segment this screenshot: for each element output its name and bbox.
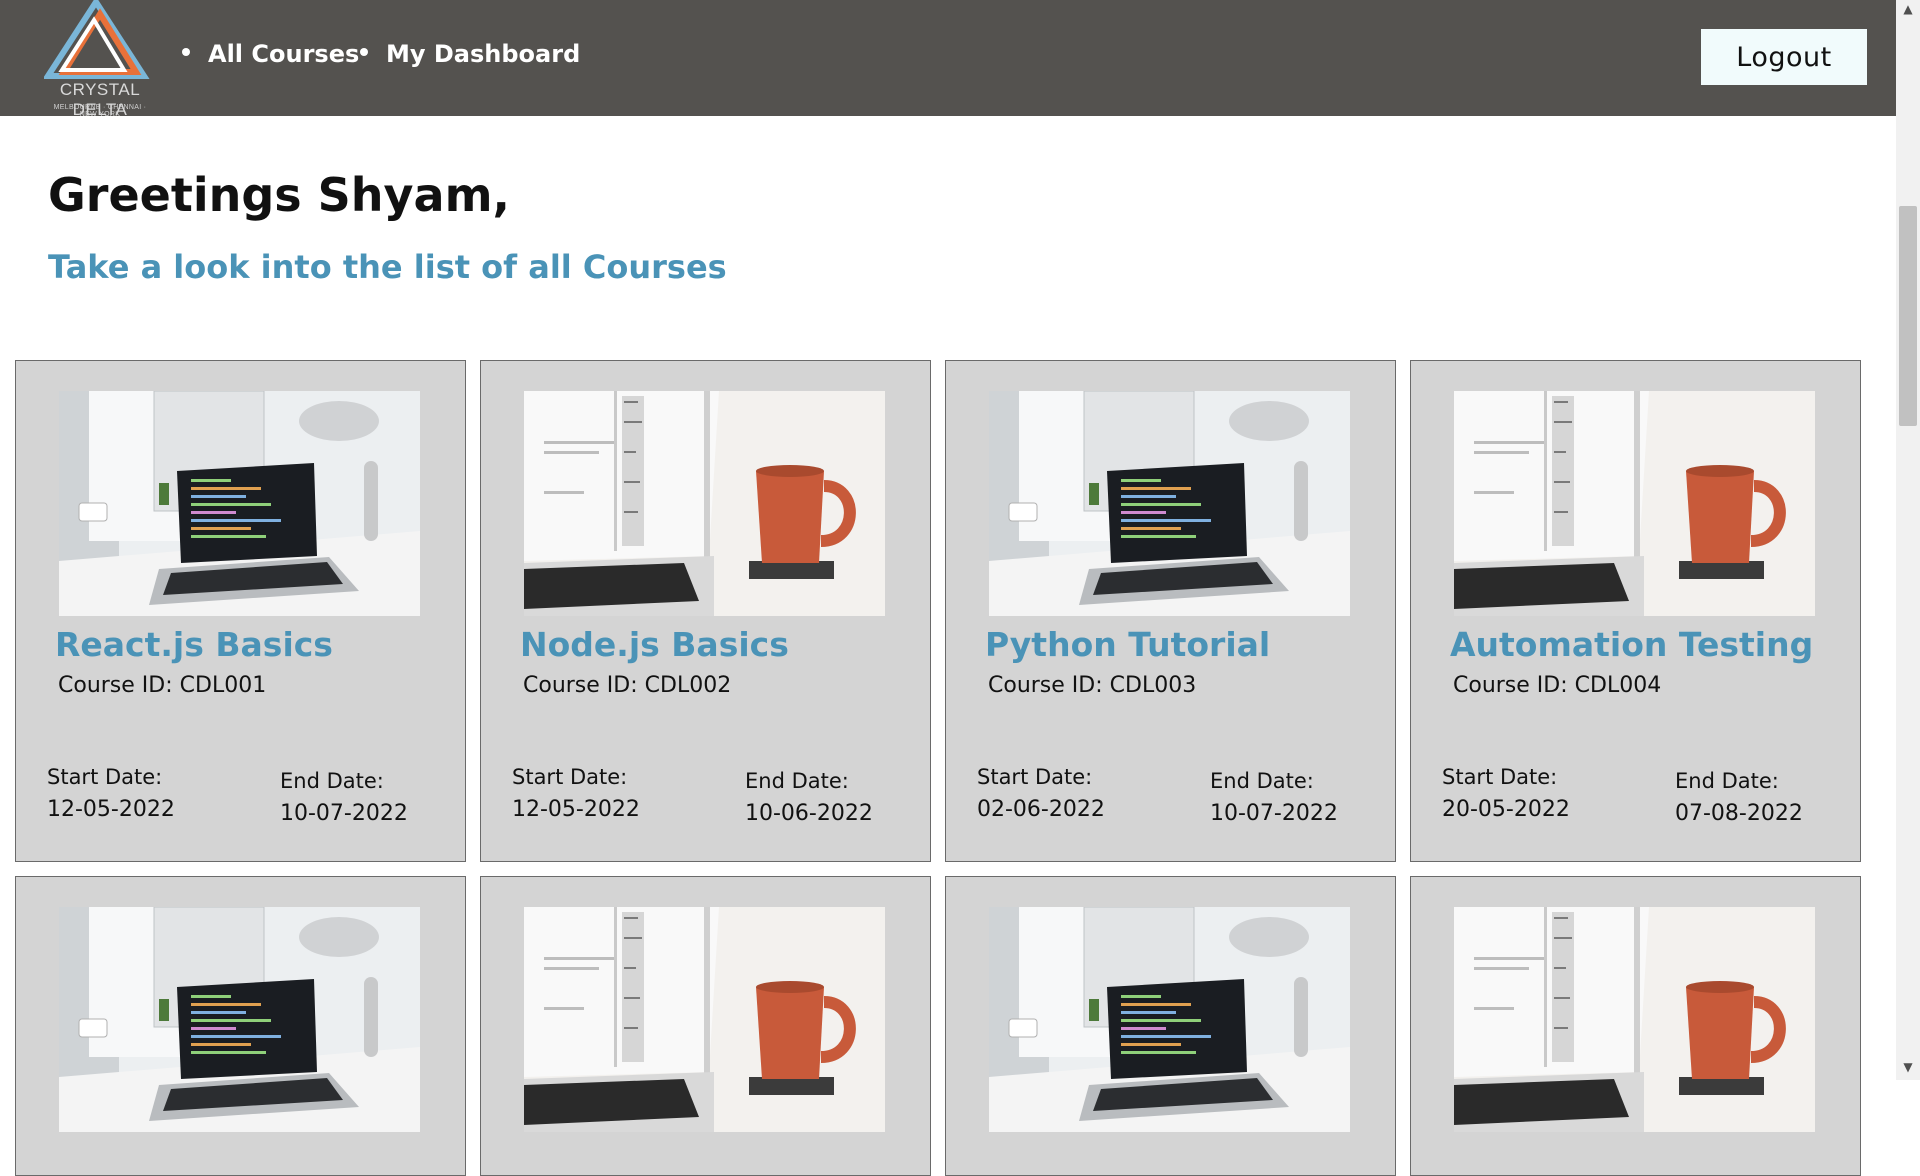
scroll-down-arrow-icon[interactable]: ▼	[1896, 1060, 1920, 1078]
start-date-label: Start Date:	[47, 765, 163, 789]
course-thumbnail-image	[524, 391, 885, 616]
logout-button[interactable]: Logout	[1701, 29, 1867, 85]
course-id: Course ID: CDL004	[1453, 673, 1662, 698]
nav-my-dashboard[interactable]: My Dashboard	[360, 40, 580, 68]
logo-tagline: MELBOURNE · CHENNAI · NEW YORK	[53, 104, 147, 118]
bullet-icon	[182, 48, 190, 56]
scroll-up-arrow-icon[interactable]: ▲	[1896, 2, 1920, 20]
course-thumbnail-image	[524, 907, 885, 1132]
start-date-label: Start Date:	[512, 765, 628, 789]
course-card[interactable]	[1410, 876, 1861, 1176]
nav-all-courses[interactable]: All Courses	[182, 40, 359, 68]
end-date-label: End Date:	[280, 769, 384, 793]
end-date-value: 07-08-2022	[1675, 801, 1803, 826]
course-id: Course ID: CDL002	[523, 673, 732, 698]
crystal-delta-logo[interactable]: CRYSTAL DELTA MELBOURNE · CHENNAI · NEW …	[42, 0, 156, 119]
course-id: Course ID: CDL001	[58, 673, 267, 698]
bullet-icon	[360, 48, 368, 56]
course-thumbnail-image	[59, 391, 420, 616]
end-date-value: 10-07-2022	[280, 801, 408, 826]
start-date-value: 12-05-2022	[47, 797, 175, 822]
course-card[interactable]: Automation Testing Course ID: CDL004 Sta…	[1410, 360, 1861, 862]
course-thumbnail-image	[1454, 907, 1815, 1132]
course-card[interactable]: Python Tutorial Course ID: CDL003 Start …	[945, 360, 1396, 862]
course-thumbnail-image	[59, 907, 420, 1132]
course-thumbnail-image	[989, 907, 1350, 1132]
course-title[interactable]: React.js Basics	[55, 625, 333, 664]
course-id: Course ID: CDL003	[988, 673, 1197, 698]
end-date-value: 10-07-2022	[1210, 801, 1338, 826]
top-navbar: CRYSTAL DELTA MELBOURNE · CHENNAI · NEW …	[0, 0, 1896, 119]
page-greeting: Greetings Shyam,	[48, 168, 510, 222]
end-date-label: End Date:	[1675, 769, 1779, 793]
course-card[interactable]: Node.js Basics Course ID: CDL002 Start D…	[480, 360, 931, 862]
scrollbar-thumb[interactable]	[1899, 206, 1917, 426]
course-thumbnail-image	[1454, 391, 1815, 616]
triangle-logo-icon	[42, 0, 150, 79]
start-date-label: Start Date:	[977, 765, 1093, 789]
course-thumbnail-image	[989, 391, 1350, 616]
course-title[interactable]: Automation Testing	[1450, 625, 1813, 664]
course-card[interactable]	[945, 876, 1396, 1176]
start-date-value: 02-06-2022	[977, 797, 1105, 822]
course-card[interactable]	[480, 876, 931, 1176]
start-date-label: Start Date:	[1442, 765, 1558, 789]
vertical-scrollbar[interactable]: ▲ ▼	[1896, 0, 1920, 1080]
page-subtitle: Take a look into the list of all Courses	[48, 248, 727, 286]
course-card[interactable]	[15, 876, 466, 1176]
nav-my-dashboard-label: My Dashboard	[386, 40, 581, 68]
end-date-label: End Date:	[745, 769, 849, 793]
course-title[interactable]: Node.js Basics	[520, 625, 789, 664]
course-card[interactable]: React.js Basics Course ID: CDL001 Start …	[15, 360, 466, 862]
nav-all-courses-label: All Courses	[208, 40, 360, 68]
end-date-label: End Date:	[1210, 769, 1314, 793]
end-date-value: 10-06-2022	[745, 801, 873, 826]
start-date-value: 20-05-2022	[1442, 797, 1570, 822]
course-title[interactable]: Python Tutorial	[985, 625, 1270, 664]
start-date-value: 12-05-2022	[512, 797, 640, 822]
